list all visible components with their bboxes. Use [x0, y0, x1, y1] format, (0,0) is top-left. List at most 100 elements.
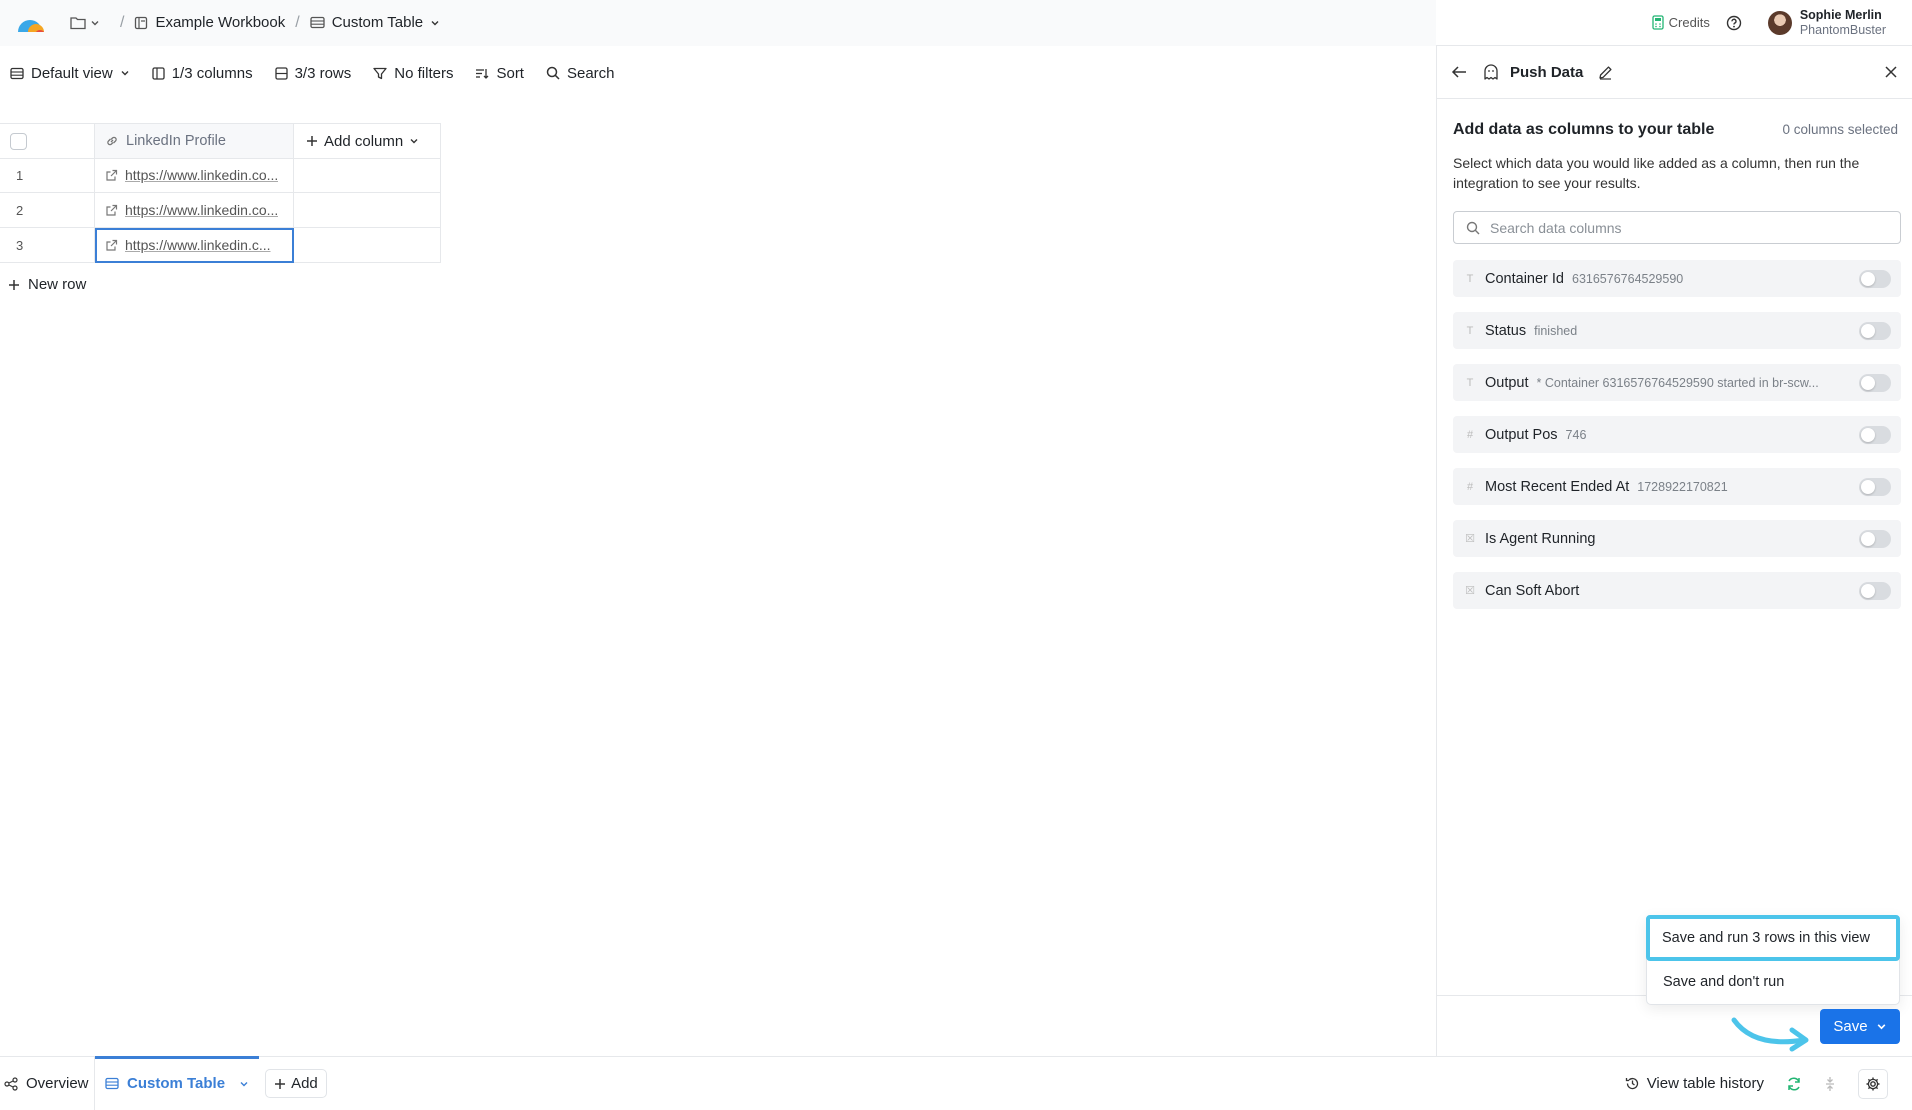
linkedin-url[interactable]: https://www.linkedin.co... [125, 167, 278, 183]
close-button[interactable] [1884, 65, 1898, 79]
columns-label: 1/3 columns [171, 64, 253, 82]
add-column-label: Add column [324, 132, 404, 150]
external-link-icon[interactable] [105, 239, 118, 252]
credits-label: Credits [1668, 15, 1710, 30]
view-history-label: View table history [1646, 1075, 1764, 1092]
overview-tab[interactable]: Overview [0, 1056, 95, 1110]
breadcrumb-table[interactable]: Custom Table [310, 14, 440, 31]
edit-icon[interactable] [1598, 65, 1613, 80]
table-row[interactable]: 1 https://www.linkedin.co... [0, 158, 441, 193]
add-tab-button[interactable]: Add [265, 1069, 327, 1098]
back-button[interactable] [1451, 65, 1467, 79]
add-column-button[interactable]: Add column [294, 123, 441, 159]
save-button-label: Save [1833, 1018, 1868, 1035]
filters-label: No filters [394, 64, 454, 82]
empty-cell[interactable] [294, 158, 441, 193]
linkedin-url[interactable]: https://www.linkedin.c... [125, 237, 271, 253]
external-link-icon[interactable] [105, 169, 118, 182]
filters-button[interactable]: No filters [373, 65, 453, 82]
linkedin-url[interactable]: https://www.linkedin.co... [125, 202, 278, 218]
data-column-item[interactable]: T Output * Container 6316576764529590 st… [1453, 364, 1901, 401]
toggle-switch[interactable] [1859, 581, 1891, 600]
data-column-item[interactable]: # Output Pos 746 [1453, 416, 1901, 453]
save-button[interactable]: Save [1820, 1009, 1900, 1044]
new-row-button[interactable]: New row [8, 276, 86, 293]
folder-icon [70, 16, 86, 29]
data-column-item[interactable]: ☒ Can Soft Abort [1453, 572, 1901, 609]
table-toolbar: Default view 1/3 columns 3/3 rows No fil… [0, 46, 1436, 100]
toggle-switch[interactable] [1859, 425, 1891, 444]
data-column-item[interactable]: ☒ Is Agent Running [1453, 520, 1901, 557]
item-value: 1728922170821 [1637, 479, 1728, 494]
app-logo[interactable] [16, 12, 46, 34]
credits-button[interactable]: Credits [1651, 15, 1710, 30]
table-row[interactable]: 2 https://www.linkedin.co... [0, 193, 441, 228]
push-data-panel: Push Data Add data as columns to your ta… [1436, 46, 1912, 1056]
save-no-run-option[interactable]: Save and don't run [1647, 960, 1899, 1004]
search-button[interactable]: Search [546, 65, 615, 82]
view-selector[interactable]: Default view [10, 65, 130, 82]
help-button[interactable] [1726, 15, 1742, 31]
toggle-switch[interactable] [1859, 373, 1891, 392]
breadcrumb-workbook[interactable]: Example Workbook [134, 14, 285, 31]
columns-button[interactable]: 1/3 columns [152, 65, 253, 82]
rows-button[interactable]: 3/3 rows [274, 65, 351, 82]
user-name: Sophie Merlin [1799, 7, 1882, 22]
columns-icon [152, 66, 165, 80]
tab-custom-table[interactable]: Custom Table [95, 1055, 260, 1110]
folder-menu-button[interactable] [70, 16, 100, 30]
selected-count: 0 columns selected [1782, 122, 1898, 137]
compress-button[interactable] [1824, 1076, 1836, 1092]
view-history-button[interactable]: View table history [1625, 1075, 1764, 1092]
toggle-switch[interactable] [1859, 269, 1891, 288]
external-link-icon[interactable] [105, 204, 118, 217]
chevron-down-icon [1877, 1024, 1885, 1030]
chevron-down-icon [91, 20, 99, 25]
breadcrumb: / Example Workbook / Custom Table [0, 0, 1436, 46]
search-icon [546, 66, 560, 80]
plus-icon [307, 136, 317, 146]
breadcrumb-separator: / [120, 13, 125, 31]
type-indicator: # [1466, 428, 1474, 441]
plus-icon [275, 1078, 286, 1089]
sort-button[interactable]: Sort [475, 65, 524, 82]
toggle-switch[interactable] [1859, 321, 1891, 340]
data-column-item[interactable]: T Status finished [1453, 312, 1901, 349]
close-icon [1885, 66, 1897, 78]
panel-heading: Add data as columns to your table [1453, 121, 1715, 138]
chevron-down-icon [121, 71, 129, 76]
search-label: Search [566, 64, 615, 82]
table-icon [105, 1077, 119, 1090]
linkedin-cell[interactable]: https://www.linkedin.co... [95, 193, 294, 228]
settings-button[interactable] [1858, 1068, 1888, 1099]
filter-icon [373, 67, 387, 79]
item-label: Output [1485, 374, 1529, 391]
sort-icon [476, 68, 489, 79]
refresh-button[interactable] [1786, 1076, 1802, 1092]
save-options-menu: Save and run 3 rows in this view Save an… [1646, 915, 1900, 1005]
user-menu[interactable]: Sophie Merlin PhantomBuster [1767, 7, 1886, 38]
row-number: 2 [16, 202, 24, 218]
tab-label: Custom Table [127, 1075, 226, 1092]
linkedin-cell-selected[interactable]: https://www.linkedin.c... [95, 228, 294, 263]
chevron-down-icon[interactable] [239, 1079, 249, 1089]
compress-icon [1826, 1076, 1834, 1091]
table-row[interactable]: 3 https://www.linkedin.c... [0, 228, 441, 263]
search-data-columns[interactable] [1453, 211, 1901, 244]
select-all-checkbox[interactable] [10, 132, 27, 150]
column-header-linkedin[interactable]: LinkedIn Profile [95, 123, 294, 159]
type-indicator: T [1466, 272, 1474, 285]
save-and-run-option[interactable]: Save and run 3 rows in this view [1646, 915, 1900, 961]
search-data-columns-input[interactable] [1490, 219, 1870, 236]
item-label: Output Pos [1485, 426, 1558, 443]
toggle-switch[interactable] [1859, 529, 1891, 548]
data-column-item[interactable]: T Container Id 6316576764529590 [1453, 260, 1901, 297]
empty-cell[interactable] [294, 193, 441, 228]
help-icon [1726, 15, 1742, 30]
linkedin-cell[interactable]: https://www.linkedin.co... [95, 158, 294, 193]
type-indicator: T [1466, 324, 1474, 337]
new-row-label: New row [28, 276, 87, 293]
empty-cell[interactable] [294, 228, 441, 263]
toggle-switch[interactable] [1859, 477, 1891, 496]
data-column-item[interactable]: # Most Recent Ended At 1728922170821 [1453, 468, 1901, 505]
